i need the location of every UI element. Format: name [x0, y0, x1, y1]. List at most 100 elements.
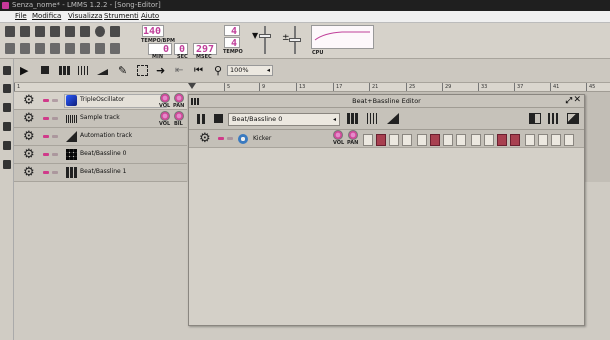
loop-points-icon[interactable]: ⇤	[175, 64, 188, 77]
piano-roll-icon[interactable]	[35, 43, 45, 54]
my-samples-icon[interactable]	[3, 84, 11, 93]
beat-bassline-select[interactable]: Beat/Bassline 0 ◂	[228, 113, 340, 126]
metronome-icon[interactable]	[110, 26, 120, 37]
auto-scroll-icon[interactable]: ➜	[156, 64, 169, 77]
step-button[interactable]	[376, 134, 386, 146]
gear-icon[interactable]: ⚙	[23, 130, 36, 143]
step-button[interactable]	[564, 134, 574, 146]
master-pitch-slider[interactable]: ±	[282, 26, 304, 54]
export-icon[interactable]	[80, 26, 90, 37]
gear-icon[interactable]: ⚙	[23, 94, 36, 107]
gear-icon[interactable]: ⚙	[23, 148, 36, 161]
pan-knob[interactable]	[174, 93, 184, 103]
step-button[interactable]	[363, 134, 373, 146]
mute-button[interactable]	[43, 171, 49, 174]
stop-icon[interactable]	[39, 64, 52, 77]
recent-projects-icon[interactable]	[50, 26, 60, 37]
timesig-denominator[interactable]: 4	[224, 37, 240, 49]
add-automation-track-icon[interactable]	[96, 64, 109, 77]
step-button[interactable]	[484, 134, 494, 146]
step-button[interactable]	[525, 134, 535, 146]
save-project-icon[interactable]	[65, 26, 75, 37]
controller-rack-icon[interactable]	[80, 43, 90, 54]
solo-button[interactable]	[52, 117, 58, 120]
step-button[interactable]	[389, 134, 399, 146]
master-volume-slider[interactable]: ▼	[252, 26, 274, 54]
menu-file[interactable]: File	[15, 12, 27, 20]
play-icon[interactable]: ▶	[20, 64, 33, 77]
new-project-icon[interactable]	[5, 26, 15, 37]
open-project-icon[interactable]	[35, 26, 45, 37]
my-presets-icon[interactable]	[3, 103, 11, 112]
step-button[interactable]	[417, 134, 427, 146]
automation-editor-icon[interactable]	[50, 43, 60, 54]
step-button[interactable]	[497, 134, 507, 146]
track-row[interactable]: ⚙ TripleOscillator VOL PAN	[14, 92, 187, 110]
solo-button[interactable]	[227, 137, 233, 140]
step-button[interactable]	[402, 134, 412, 146]
add-sample-track-icon[interactable]	[367, 113, 379, 124]
remove-steps-icon[interactable]	[529, 113, 541, 124]
mute-button[interactable]	[218, 137, 224, 140]
volume-knob[interactable]	[160, 111, 170, 121]
add-beat-bassline-icon[interactable]	[347, 113, 359, 124]
project-notes-icon[interactable]	[95, 43, 105, 54]
beat-bassline-editor-icon[interactable]	[20, 43, 30, 54]
track-row[interactable]: ⚙ Beat/Bassline 1	[14, 164, 187, 182]
step-button[interactable]	[510, 134, 520, 146]
timeline-ruler[interactable]: 1 5 9 13 17 21 25 29 33 37 41 45	[14, 83, 610, 92]
tempo-display[interactable]: 140	[142, 25, 164, 37]
step-button[interactable]	[443, 134, 453, 146]
menu-modifica[interactable]: Modifica	[32, 12, 61, 20]
gear-icon[interactable]: ⚙	[199, 132, 212, 145]
balance-knob[interactable]	[174, 111, 184, 121]
playhead-marker[interactable]	[188, 83, 196, 89]
track-row[interactable]: ⚙ Automation track	[14, 128, 187, 146]
solo-button[interactable]	[52, 171, 58, 174]
mute-button[interactable]	[43, 99, 49, 102]
mute-button[interactable]	[43, 135, 49, 138]
computer-icon[interactable]	[3, 160, 11, 169]
song-editor-icon[interactable]	[5, 43, 15, 54]
timesig-numerator[interactable]: 4	[224, 25, 240, 37]
clone-steps-icon[interactable]	[567, 113, 579, 124]
info-icon[interactable]	[95, 26, 105, 37]
root-directory-icon[interactable]	[3, 141, 11, 150]
stop-icon[interactable]	[214, 114, 223, 123]
track-row[interactable]: ⚙ Sample track VOL BIL	[14, 110, 187, 128]
pause-icon[interactable]	[197, 114, 205, 124]
new-from-template-icon[interactable]	[20, 26, 30, 37]
step-button[interactable]	[471, 134, 481, 146]
edit-mode-icon[interactable]	[137, 65, 148, 76]
mute-button[interactable]	[43, 117, 49, 120]
gear-icon[interactable]: ⚙	[23, 166, 36, 179]
fx-mixer-icon[interactable]	[65, 43, 75, 54]
menu-visualizza[interactable]: Visualizza	[68, 12, 102, 20]
solo-button[interactable]	[52, 135, 58, 138]
step-button[interactable]	[456, 134, 466, 146]
draw-mode-icon[interactable]: ✎	[118, 64, 131, 77]
volume-knob[interactable]	[333, 130, 343, 140]
add-automation-track-icon[interactable]	[387, 113, 399, 124]
go-to-start-icon[interactable]: ⏮	[194, 64, 207, 77]
menu-aiuto[interactable]: Aiuto	[141, 12, 159, 20]
step-button[interactable]	[430, 134, 440, 146]
solo-button[interactable]	[52, 99, 58, 102]
pan-knob[interactable]	[348, 130, 358, 140]
add-steps-icon[interactable]	[548, 113, 560, 124]
gear-icon[interactable]: ⚙	[23, 112, 36, 125]
volume-knob[interactable]	[160, 93, 170, 103]
bb-track-row[interactable]: ⚙ Kicker VOL PAN	[189, 130, 584, 148]
add-sample-track-icon[interactable]	[77, 64, 90, 77]
menu-strumenti[interactable]: Strumenti	[104, 12, 139, 20]
my-home-icon[interactable]	[3, 122, 11, 131]
my-projects-icon[interactable]	[3, 66, 11, 75]
maximize-icon[interactable]: ⤢	[566, 96, 572, 106]
solo-button[interactable]	[52, 153, 58, 156]
track-row[interactable]: ⚙ Beat/Bassline 0	[14, 146, 187, 164]
project-notes-2-icon[interactable]	[110, 43, 120, 54]
zoom-select[interactable]: 100% ◂	[227, 65, 273, 76]
close-icon[interactable]: ✕	[573, 95, 581, 105]
step-button[interactable]	[538, 134, 548, 146]
bb-editor-titlebar[interactable]: Beat+Bassline Editor ⤢ ✕	[189, 95, 584, 108]
